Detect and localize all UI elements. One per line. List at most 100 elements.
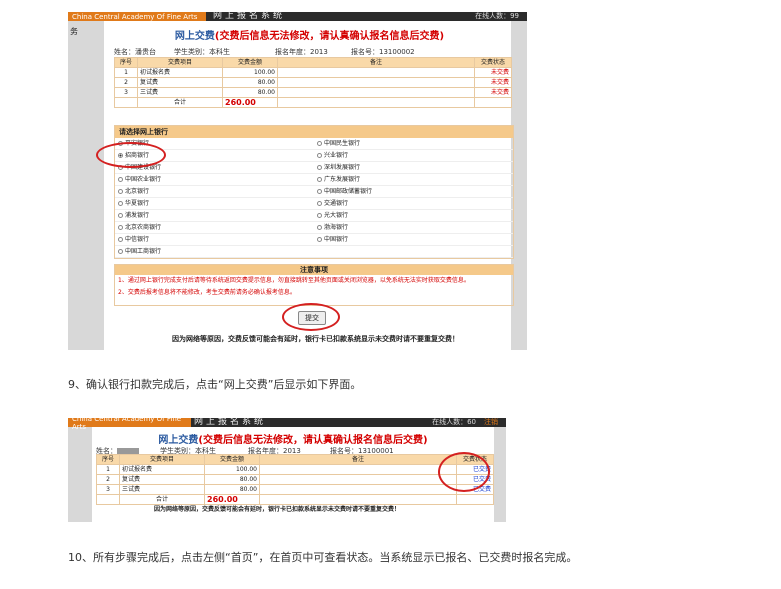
highlight-circle-bank [96, 142, 166, 168]
applicant-name: 姓名：潘贵台 [114, 48, 156, 56]
row-item: 三试费 [137, 87, 223, 98]
row-note [277, 77, 475, 88]
row-item: 复试费 [137, 77, 223, 88]
radio-icon[interactable] [317, 141, 322, 146]
table-total-row: 合计 260.00 [96, 494, 494, 505]
table-row: 1 初试报名费 100.00 已交费 [96, 464, 494, 475]
radio-icon[interactable] [317, 165, 322, 170]
col-header-note: 备注 [277, 57, 475, 68]
page-title: 网上交费(交费后信息无法修改，请认真确认报名信息后交费) [108, 27, 511, 42]
row-amount: 80.00 [204, 474, 260, 485]
total-value: 260.00 [204, 494, 260, 505]
radio-icon[interactable] [118, 201, 123, 206]
table-row: 1 初试报名费 100.00 未交费 [114, 67, 512, 78]
notes-header: 注意事项 [115, 265, 513, 275]
row-no: 1 [114, 67, 138, 78]
row-no: 1 [96, 464, 120, 475]
radio-icon[interactable] [118, 189, 123, 194]
bank-option[interactable]: 中国民生银行 [314, 138, 513, 150]
top-banner: China Central Academy Of Fine Arts 网上报名系… [68, 12, 527, 21]
bank-option[interactable]: 深圳发展银行 [314, 162, 513, 174]
radio-icon[interactable] [317, 213, 322, 218]
col-header-item: 交费项目 [137, 57, 223, 68]
registration-number: 报名号：13100002 [351, 48, 415, 56]
table-row: 2 复试费 80.00 已交费 [96, 474, 494, 485]
radio-icon[interactable] [317, 225, 322, 230]
academy-name: China Central Academy Of Fine Arts [68, 12, 206, 21]
table-row: 3 三试费 80.00 已交费 [96, 484, 494, 495]
row-item: 三试费 [119, 484, 205, 495]
student-category: 学生类别：本科生 [174, 48, 230, 56]
col-header-note: 备注 [259, 454, 457, 465]
total-label: 合计 [137, 97, 223, 108]
bank-grid: 平安银行 中国民生银行 招商银行 兴业银行 中国建设银行 深圳发展银行 中国农业… [115, 138, 513, 258]
bank-option[interactable]: 北京银行 [115, 186, 314, 198]
row-amount: 100.00 [222, 67, 278, 78]
col-header-amount: 交费金额 [222, 57, 278, 68]
table-row: 2 复试费 80.00 未交费 [114, 77, 512, 88]
row-item: 初试报名费 [119, 464, 205, 475]
bank-option[interactable]: 交通银行 [314, 198, 513, 210]
table-header-row: 序号 交费项目 交费金额 备注 交费状态 [96, 454, 494, 465]
bank-option[interactable]: 中国邮政储蓄银行 [314, 186, 513, 198]
row-amount: 80.00 [222, 77, 278, 88]
row-note [277, 67, 475, 78]
bank-option[interactable]: 中国银行 [314, 234, 513, 246]
online-count: 在线人数：60 [432, 418, 476, 426]
top-banner: China Central Academy Of Fine Arts 网上报名系… [68, 418, 506, 431]
row-note [259, 474, 457, 485]
col-header-no: 序号 [96, 454, 120, 465]
radio-icon[interactable] [317, 201, 322, 206]
delay-warning: 因为网络等原因，交费反馈可能会有延时，银行卡已扣款系统显示未交费时请不要重复交费… [154, 506, 401, 513]
note-line: 1、通过网上银行完成支付后请等待系统返回交费提示信息，勿直接跳转至其他页面或关闭… [118, 277, 470, 284]
bank-option[interactable]: 浦发银行 [115, 210, 314, 222]
bank-option[interactable]: 渤海银行 [314, 222, 513, 234]
radio-icon[interactable] [317, 189, 322, 194]
bank-option[interactable]: 兴业银行 [314, 150, 513, 162]
title-warning: (交费后信息无法修改，请认真确认报名信息后交费) [214, 31, 445, 42]
bank-option[interactable]: 中国农业银行 [115, 174, 314, 186]
row-status: 未交费 [474, 67, 512, 78]
total-label: 合计 [119, 494, 205, 505]
radio-icon[interactable] [118, 225, 123, 230]
radio-icon[interactable] [317, 177, 322, 182]
bank-panel-header: 请选择网上银行 [115, 126, 513, 138]
fee-table: 序号 交费项目 交费金额 备注 交费状态 1 初试报名费 100.00 未交费 … [114, 57, 512, 108]
row-note [277, 87, 475, 98]
table-header-row: 序号 交费项目 交费金额 备注 交费状态 [114, 57, 512, 68]
radio-icon[interactable] [317, 237, 322, 242]
row-amount: 80.00 [204, 484, 260, 495]
radio-icon[interactable] [118, 237, 123, 242]
radio-icon[interactable] [118, 177, 123, 182]
academy-name: China Central Academy Of Fine Arts [68, 418, 191, 431]
total-value: 260.00 [222, 97, 278, 108]
row-note [259, 484, 457, 495]
application-year: 报名年度：2013 [275, 48, 328, 56]
online-count: 在线人数：99 [475, 12, 519, 20]
left-sidebar [68, 418, 92, 522]
title-main: 网上交费 [174, 31, 215, 42]
radio-icon[interactable] [118, 213, 123, 218]
row-status: 未交费 [474, 87, 512, 98]
bank-option[interactable]: 中信银行 [115, 234, 314, 246]
col-header-item: 交费项目 [119, 454, 205, 465]
radio-icon[interactable] [317, 153, 322, 158]
title-warning: (交费后信息无法修改，请认真确认报名信息后交费) [198, 435, 428, 446]
bank-option[interactable]: 北京农商银行 [115, 222, 314, 234]
table-total-row: 合计 260.00 [114, 97, 512, 108]
row-no: 3 [114, 87, 138, 98]
bank-option[interactable]: 华夏银行 [115, 198, 314, 210]
highlight-circle-submit [282, 303, 340, 331]
fee-table: 序号 交费项目 交费金额 备注 交费状态 1 初试报名费 100.00 已交费 … [96, 454, 494, 505]
bank-option[interactable]: 广东发展银行 [314, 174, 513, 186]
row-no: 3 [96, 484, 120, 495]
system-title: 网上报名系统 [213, 12, 286, 21]
row-amount: 100.00 [204, 464, 260, 475]
title-main: 网上交费 [158, 435, 199, 446]
bank-option[interactable]: 光大银行 [314, 210, 513, 222]
radio-icon[interactable] [118, 249, 123, 254]
logout-link[interactable]: 注销 [484, 418, 498, 427]
right-edge [494, 418, 506, 522]
bank-option[interactable]: 中国工商银行 [115, 246, 314, 258]
step-9-text: 9、确认银行扣款完成后，点击“网上交费”后显示如下界面。 [68, 378, 362, 391]
